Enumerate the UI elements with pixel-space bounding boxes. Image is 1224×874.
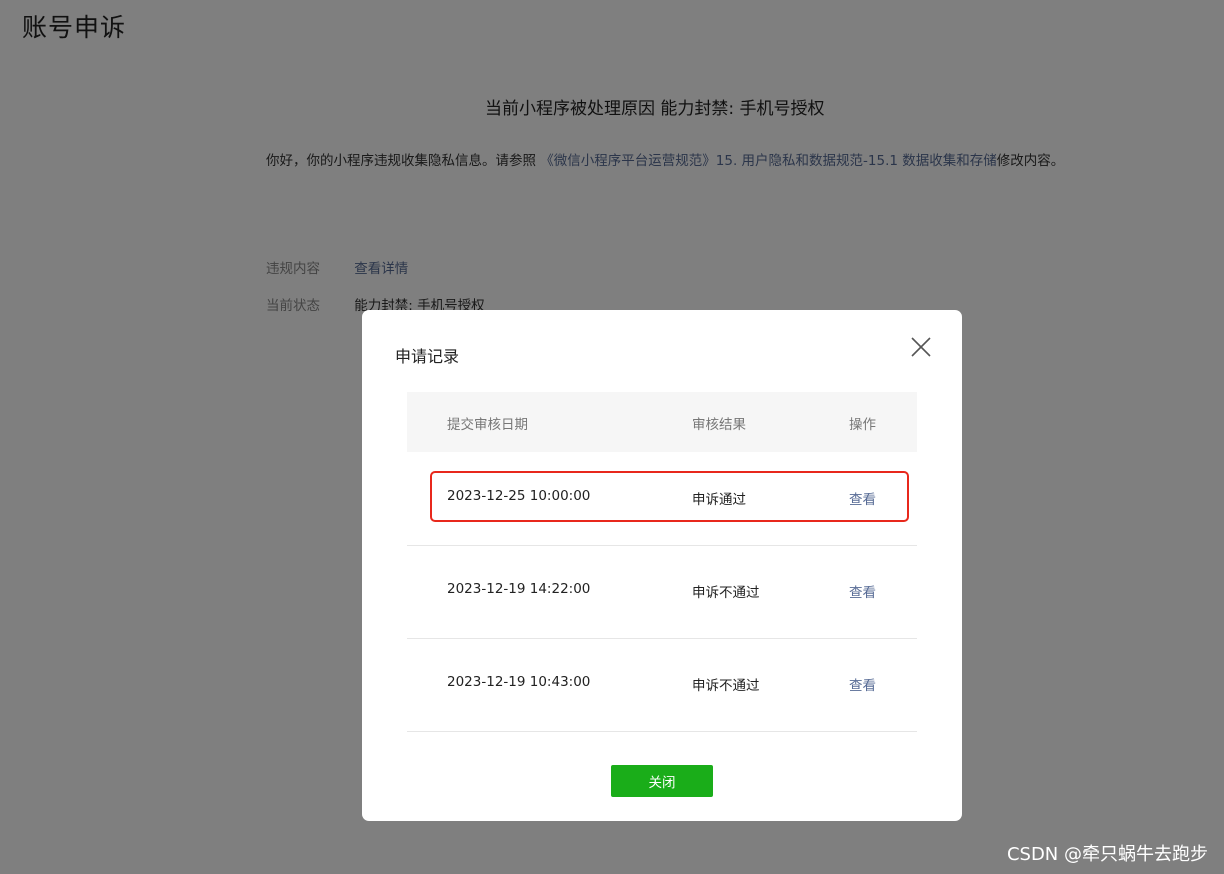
table-row: 2023-12-19 14:22:00 申诉不通过 查看	[407, 545, 917, 639]
row-view-link[interactable]: 查看	[849, 488, 876, 508]
row-date: 2023-12-19 14:22:00	[447, 581, 591, 597]
row-view-link[interactable]: 查看	[849, 674, 876, 694]
row-result: 申诉不通过	[692, 678, 760, 694]
application-record-dialog: 申请记录 提交审核日期 审核结果 操作 2023-12-25 10:00:00 …	[362, 310, 962, 821]
watermark: CSDN @牵只蜗牛去跑步	[1006, 844, 1208, 865]
close-icon[interactable]	[906, 332, 936, 362]
column-header-date: 提交审核日期	[447, 417, 528, 433]
dialog-title: 申请记录	[395, 347, 460, 366]
row-date: 2023-12-25 10:00:00	[447, 488, 591, 504]
table-row: 2023-12-25 10:00:00 申诉通过 查看	[407, 452, 917, 546]
row-date: 2023-12-19 10:43:00	[447, 674, 591, 690]
row-result: 申诉通过	[692, 492, 746, 508]
row-view-link[interactable]: 查看	[849, 581, 876, 601]
row-result: 申诉不通过	[692, 585, 760, 601]
table-row: 2023-12-19 10:43:00 申诉不通过 查看	[407, 638, 917, 732]
close-button[interactable]: 关闭	[611, 765, 713, 797]
column-header-action: 操作	[849, 417, 876, 433]
column-header-result: 审核结果	[692, 417, 746, 433]
table-header: 提交审核日期 审核结果 操作	[407, 392, 917, 452]
